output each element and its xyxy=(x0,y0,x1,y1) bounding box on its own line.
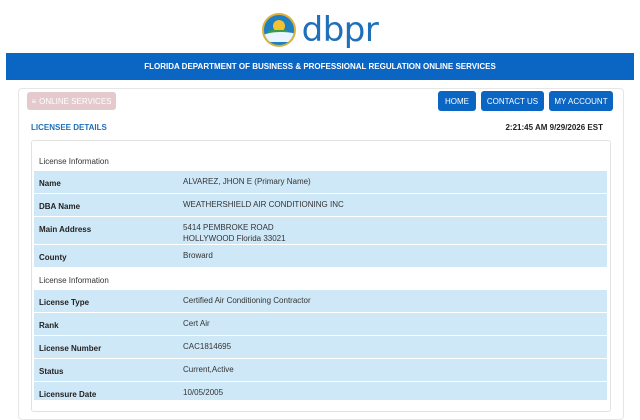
online-services-button[interactable]: ≡ ONLINE SERVICES xyxy=(27,92,116,110)
row-rank: Rank Cert Air xyxy=(34,313,607,335)
section-title: LICENSEE DETAILS xyxy=(31,123,107,132)
row-dba: DBA Name WEATHERSHIELD AIR CONDITIONING … xyxy=(34,194,607,216)
dba-label: DBA Name xyxy=(39,202,81,211)
name-value: ALVAREZ, JHON E (Primary Name) xyxy=(183,177,311,186)
online-services-label: ONLINE SERVICES xyxy=(39,96,112,106)
timestamp: 2:21:45 AM 9/29/2026 EST xyxy=(505,123,603,132)
rank-value: Cert Air xyxy=(183,319,210,328)
license-number-label: License Number xyxy=(39,344,102,353)
license-type-value: Certified Air Conditioning Contractor xyxy=(183,296,311,305)
my-account-button[interactable]: MY ACCOUNT xyxy=(549,91,613,111)
florida-seal-logo xyxy=(261,13,296,47)
address-label: Main Address xyxy=(39,225,92,234)
home-button[interactable]: HOME xyxy=(438,91,476,111)
county-value: Broward xyxy=(183,251,213,260)
row-address: Main Address 5414 PEMBROKE ROAD HOLLYWOO… xyxy=(34,217,607,244)
menu-icon: ≡ xyxy=(31,96,37,106)
status-value: Current,Active xyxy=(183,365,234,374)
my-account-label: MY ACCOUNT xyxy=(554,96,608,106)
license-number-value: CAC1814695 xyxy=(183,342,232,351)
brand-header: dbpr xyxy=(0,10,640,50)
address-value: 5414 PEMBROKE ROAD HOLLYWOOD Florida 330… xyxy=(183,222,286,244)
address-line2: HOLLYWOOD Florida 33021 xyxy=(183,234,286,243)
site-banner: FLORIDA DEPARTMENT OF BUSINESS & PROFESS… xyxy=(6,53,634,80)
row-name: Name ALVAREZ, JHON E (Primary Name) xyxy=(34,171,607,193)
address-line1: 5414 PEMBROKE ROAD xyxy=(183,223,274,232)
name-label: Name xyxy=(39,179,61,188)
brand-name: dbpr xyxy=(301,10,379,50)
status-label: Status xyxy=(39,367,64,376)
rank-label: Rank xyxy=(39,321,59,330)
group-label-licensee: License Information xyxy=(39,157,109,166)
contact-us-button[interactable]: CONTACT US xyxy=(481,91,544,111)
home-label: HOME xyxy=(445,96,469,106)
row-license-number: License Number CAC1814695 xyxy=(34,336,607,358)
banner-title: FLORIDA DEPARTMENT OF BUSINESS & PROFESS… xyxy=(144,62,496,71)
license-type-label: License Type xyxy=(39,298,90,307)
licensure-date-value: 10/05/2005 xyxy=(183,388,224,397)
licensure-date-label: Licensure Date xyxy=(39,390,97,399)
row-license-type: License Type Certified Air Conditioning … xyxy=(34,290,607,312)
county-label: County xyxy=(39,253,67,262)
row-status: Status Current,Active xyxy=(34,359,607,381)
row-licensure-date: Licensure Date 10/05/2005 xyxy=(34,382,607,400)
group-label-license: License Information xyxy=(39,276,109,285)
row-county: County Broward xyxy=(34,245,607,267)
contact-us-label: CONTACT US xyxy=(486,96,539,106)
dba-value: WEATHERSHIELD AIR CONDITIONING INC xyxy=(183,200,344,209)
